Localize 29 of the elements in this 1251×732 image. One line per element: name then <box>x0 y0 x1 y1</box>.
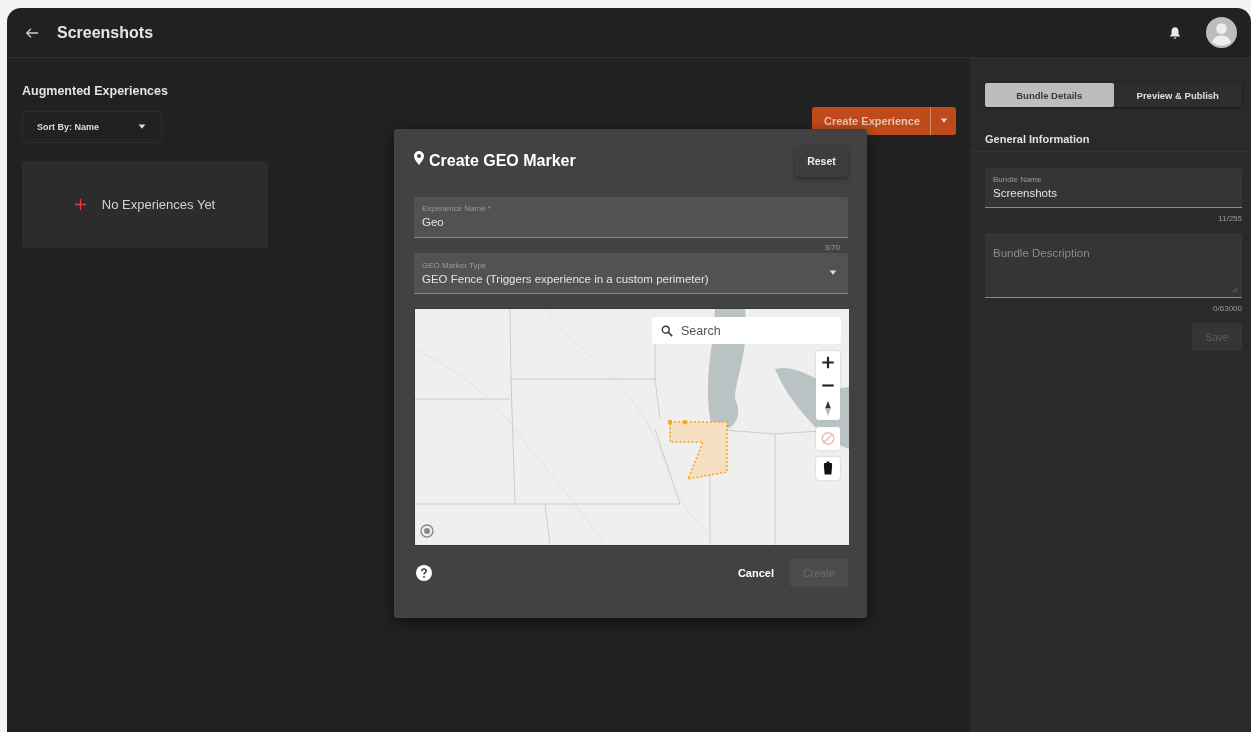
select-field[interactable]: GEO Marker Type GEO Fence (Triggers experience in a custom perimeter) <box>414 253 848 294</box>
text-area[interactable]: Bundle Description <box>985 233 1242 298</box>
search-icon <box>661 324 673 337</box>
cancel-button[interactable]: Cancel <box>731 566 780 580</box>
page-title: Screenshots <box>57 23 154 42</box>
sort-dropdown[interactable]: Sort By: Name <box>22 111 162 143</box>
reset-button[interactable]: Reset <box>795 145 848 177</box>
tab[interactable]: Bundle Details <box>985 83 1114 107</box>
character-counter: 0/63000 <box>1212 303 1242 315</box>
trash-icon[interactable] <box>816 457 840 480</box>
plus-icon <box>74 199 86 210</box>
character-counter: 11/255 <box>1217 213 1242 225</box>
section-heading: Augmented Experiences <box>22 84 169 98</box>
empty-state-card[interactable]: No Experiences Yet <box>22 161 268 248</box>
tab[interactable]: Preview & Publish <box>1113 83 1242 107</box>
resize-handle-icon <box>1231 286 1238 293</box>
dialog-title: Create GEO Marker <box>429 152 576 170</box>
help-icon[interactable] <box>416 565 432 581</box>
section-heading: General Information <box>970 107 1251 152</box>
avatar-icon[interactable] <box>1206 17 1237 48</box>
map-logo-icon <box>420 524 434 538</box>
search-field[interactable]: Search <box>652 317 841 344</box>
notification-bell-icon[interactable] <box>1168 25 1182 40</box>
text-field[interactable]: Experience Name * Geo <box>414 197 848 238</box>
empty-state-text: No Experiences Yet <box>101 197 216 212</box>
text-field[interactable]: Bundle Name Screenshots <box>985 168 1242 208</box>
character-counter: 3/70 <box>823 242 841 253</box>
back-arrow-icon[interactable] <box>25 25 39 40</box>
map-pin-icon <box>414 151 424 165</box>
